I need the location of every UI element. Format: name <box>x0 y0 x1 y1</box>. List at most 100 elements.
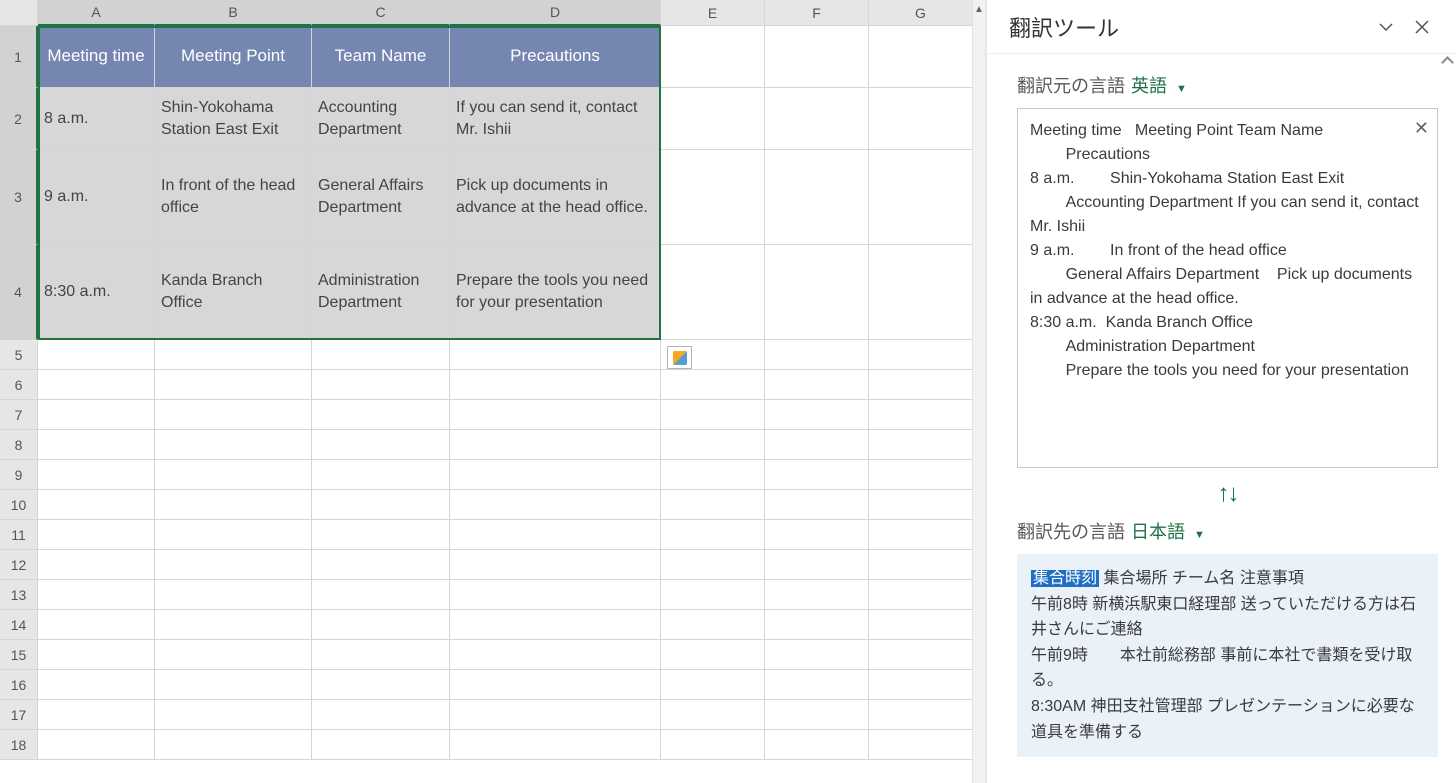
cell-C13[interactable] <box>312 580 450 610</box>
source-language-select[interactable]: 英語 ▼ <box>1131 72 1187 98</box>
col-header-G[interactable]: G <box>869 0 973 26</box>
cell-D14[interactable] <box>450 610 661 640</box>
cell-D17[interactable] <box>450 700 661 730</box>
row-header-18[interactable]: 18 <box>0 730 38 760</box>
row-header-6[interactable]: 6 <box>0 370 38 400</box>
cell-C8[interactable] <box>312 430 450 460</box>
cell-G11[interactable] <box>869 520 973 550</box>
cell-C2[interactable]: Accounting Department <box>312 88 450 150</box>
cell-D11[interactable] <box>450 520 661 550</box>
cell-G13[interactable] <box>869 580 973 610</box>
row-header-16[interactable]: 16 <box>0 670 38 700</box>
col-header-C[interactable]: C <box>312 0 450 26</box>
cell-E3[interactable] <box>661 150 765 245</box>
cell-C11[interactable] <box>312 520 450 550</box>
row-header-3[interactable]: 3 <box>0 150 38 245</box>
cell-A8[interactable] <box>38 430 155 460</box>
row-header-2[interactable]: 2 <box>0 88 38 150</box>
cell-F8[interactable] <box>765 430 869 460</box>
cell-E2[interactable] <box>661 88 765 150</box>
cell-G1[interactable] <box>869 26 973 88</box>
spreadsheet-grid[interactable]: A B C D E F G 1 Meeting time Meeting Poi… <box>0 0 985 760</box>
pane-close-button[interactable] <box>1404 9 1440 45</box>
cell-D9[interactable] <box>450 460 661 490</box>
clear-source-button[interactable]: ✕ <box>1414 115 1429 142</box>
cell-C7[interactable] <box>312 400 450 430</box>
cell-A18[interactable] <box>38 730 155 760</box>
cell-D1[interactable]: Precautions <box>450 26 661 88</box>
cell-F9[interactable] <box>765 460 869 490</box>
cell-A9[interactable] <box>38 460 155 490</box>
cell-B14[interactable] <box>155 610 312 640</box>
cell-F17[interactable] <box>765 700 869 730</box>
cell-G7[interactable] <box>869 400 973 430</box>
cell-A17[interactable] <box>38 700 155 730</box>
cell-G16[interactable] <box>869 670 973 700</box>
cell-A1[interactable]: Meeting time <box>38 26 155 88</box>
cell-D16[interactable] <box>450 670 661 700</box>
cell-E13[interactable] <box>661 580 765 610</box>
cell-C5[interactable] <box>312 340 450 370</box>
cell-F12[interactable] <box>765 550 869 580</box>
cell-B11[interactable] <box>155 520 312 550</box>
cell-G15[interactable] <box>869 640 973 670</box>
cell-C9[interactable] <box>312 460 450 490</box>
select-all-corner[interactable] <box>0 0 38 26</box>
scroll-up-marker-icon[interactable] <box>1441 56 1454 69</box>
cell-A5[interactable] <box>38 340 155 370</box>
cell-D8[interactable] <box>450 430 661 460</box>
col-header-F[interactable]: F <box>765 0 869 26</box>
cell-E8[interactable] <box>661 430 765 460</box>
cell-B17[interactable] <box>155 700 312 730</box>
row-header-12[interactable]: 12 <box>0 550 38 580</box>
cell-B13[interactable] <box>155 580 312 610</box>
cell-F5[interactable] <box>765 340 869 370</box>
cell-C17[interactable] <box>312 700 450 730</box>
cell-G10[interactable] <box>869 490 973 520</box>
cell-D2[interactable]: If you can send it, contact Mr. Ishii <box>450 88 661 150</box>
cell-B1[interactable]: Meeting Point <box>155 26 312 88</box>
target-language-select[interactable]: 日本語 ▼ <box>1131 518 1205 544</box>
col-header-E[interactable]: E <box>661 0 765 26</box>
cell-E11[interactable] <box>661 520 765 550</box>
cell-B15[interactable] <box>155 640 312 670</box>
cell-G18[interactable] <box>869 730 973 760</box>
col-header-B[interactable]: B <box>155 0 312 26</box>
cell-G2[interactable] <box>869 88 973 150</box>
cell-C15[interactable] <box>312 640 450 670</box>
cell-F4[interactable] <box>765 245 869 340</box>
cell-E12[interactable] <box>661 550 765 580</box>
cell-A11[interactable] <box>38 520 155 550</box>
cell-E16[interactable] <box>661 670 765 700</box>
cell-C14[interactable] <box>312 610 450 640</box>
cell-C4[interactable]: Administration Department <box>312 245 450 340</box>
cell-E17[interactable] <box>661 700 765 730</box>
cell-B7[interactable] <box>155 400 312 430</box>
cell-E10[interactable] <box>661 490 765 520</box>
cell-D10[interactable] <box>450 490 661 520</box>
cell-G3[interactable] <box>869 150 973 245</box>
row-header-9[interactable]: 9 <box>0 460 38 490</box>
cell-G8[interactable] <box>869 430 973 460</box>
cell-G17[interactable] <box>869 700 973 730</box>
swap-languages-button[interactable]: ↑↓ <box>1218 480 1238 508</box>
cell-C18[interactable] <box>312 730 450 760</box>
row-header-10[interactable]: 10 <box>0 490 38 520</box>
target-text-box[interactable]: 集合時刻 集合場所 チーム名 注意事項午前8時 新横浜駅東口経理部 送っていただ… <box>1017 554 1438 757</box>
cell-E1[interactable] <box>661 26 765 88</box>
cell-B2[interactable]: Shin-Yokohama Station East Exit <box>155 88 312 150</box>
cell-B10[interactable] <box>155 490 312 520</box>
row-header-11[interactable]: 11 <box>0 520 38 550</box>
row-header-4[interactable]: 4 <box>0 245 38 340</box>
cell-G9[interactable] <box>869 460 973 490</box>
source-text-box[interactable]: ✕ Meeting time Meeting Point Team Name P… <box>1017 108 1438 468</box>
cell-B18[interactable] <box>155 730 312 760</box>
row-header-1[interactable]: 1 <box>0 26 38 88</box>
cell-E18[interactable] <box>661 730 765 760</box>
cell-F6[interactable] <box>765 370 869 400</box>
cell-F14[interactable] <box>765 610 869 640</box>
cell-C12[interactable] <box>312 550 450 580</box>
cell-A15[interactable] <box>38 640 155 670</box>
cell-D3[interactable]: Pick up documents in advance at the head… <box>450 150 661 245</box>
cell-D13[interactable] <box>450 580 661 610</box>
